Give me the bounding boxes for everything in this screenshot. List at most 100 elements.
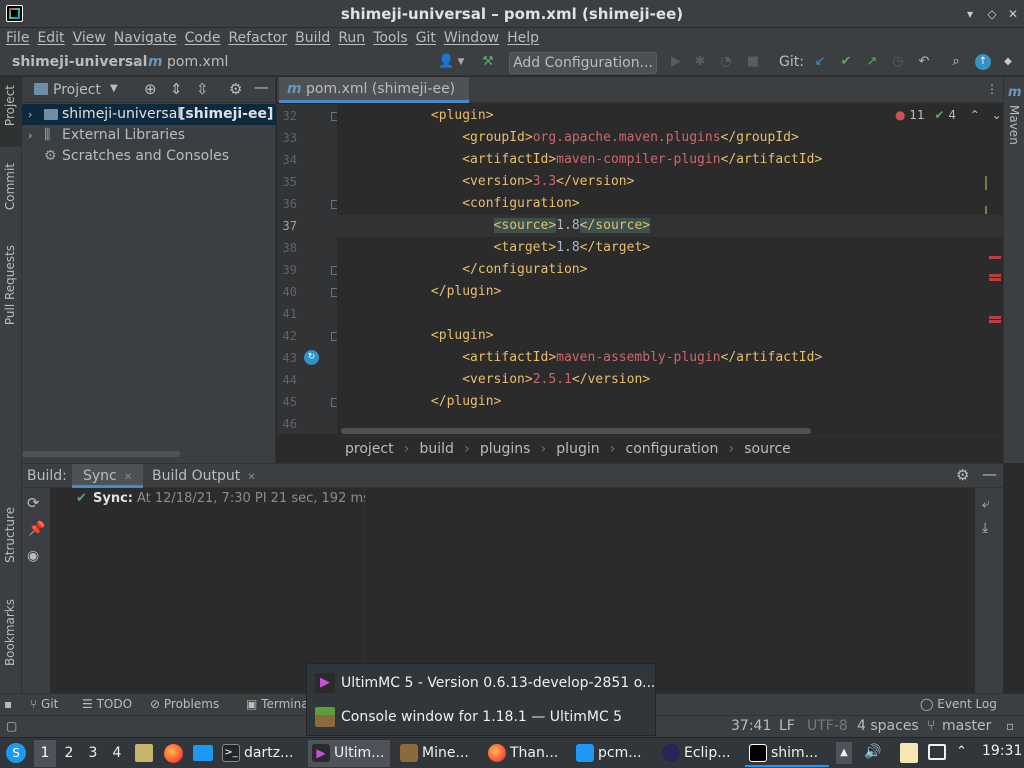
code-editor[interactable]: ● 11 ✔ 4 ⌃ ⌄ <plugin> <groupId>org.apach… xyxy=(337,104,1003,434)
task-ultimmc[interactable]: ▶ Ultim... xyxy=(308,740,390,767)
expand-all-icon[interactable]: ⇕ xyxy=(170,80,183,98)
code-line[interactable]: <version>2.5.1</version> xyxy=(337,369,1003,391)
nav-file-name[interactable]: pom.xml xyxy=(167,54,228,70)
menu-build[interactable]: Build xyxy=(289,28,330,46)
tool-pull-requests[interactable]: Pull Requests xyxy=(3,245,17,325)
tool-event-log[interactable]: ◯ Event Log xyxy=(920,697,997,711)
display-icon[interactable] xyxy=(928,744,946,760)
stop-icon[interactable]: ■ xyxy=(745,54,761,70)
git-commit-icon[interactable]: ✔ xyxy=(838,54,854,70)
history-icon[interactable]: ◷ xyxy=(890,54,906,70)
tree-item-root[interactable]: › shimeji-universal [shimeji-ee] xyxy=(22,104,276,125)
layout-icon[interactable]: ▪ xyxy=(4,697,12,711)
task-scroll-up-icon[interactable]: ▲ xyxy=(836,742,852,764)
horizontal-scrollbar[interactable] xyxy=(22,451,180,457)
soft-wrap-icon[interactable]: ⤶ xyxy=(982,496,990,512)
code-line[interactable]: <version>3.3</version> xyxy=(337,171,1003,193)
crumb-build[interactable]: build xyxy=(419,441,453,457)
menu-file[interactable]: File xyxy=(0,28,29,46)
tab-build-output[interactable]: Build Output ✕ xyxy=(152,464,256,488)
debug-icon[interactable]: ✱ xyxy=(692,54,708,70)
profile-icon[interactable]: ◔ xyxy=(718,54,734,70)
task-file-manager[interactable]: pcm... xyxy=(576,740,654,767)
eye-icon[interactable]: ◉ xyxy=(27,548,39,564)
menu-help[interactable]: Help xyxy=(501,28,539,46)
menu-view[interactable]: View xyxy=(67,28,106,46)
tool-commit[interactable]: Commit xyxy=(3,163,17,210)
crumb-source[interactable]: source xyxy=(744,441,791,457)
desktop-3[interactable]: 3 xyxy=(84,740,102,767)
sync-refresh-icon[interactable]: ⟳ xyxy=(27,494,40,512)
task-intellij[interactable]: shim... xyxy=(745,740,829,767)
code-line[interactable]: <artifactId>maven-assembly-plugin</artif… xyxy=(337,347,1003,369)
chevron-right-icon[interactable]: › xyxy=(28,125,32,146)
maximize-icon[interactable]: ◇ xyxy=(984,6,1000,22)
toggle-tool-windows-icon[interactable]: ▢ xyxy=(6,719,17,733)
menu-refactor[interactable]: Refactor xyxy=(222,28,287,46)
code-line[interactable]: <configuration> xyxy=(337,193,1003,215)
code-line[interactable]: </configuration> xyxy=(337,259,1003,281)
code-line[interactable]: <artifactId>maven-compiler-plugin</artif… xyxy=(337,149,1003,171)
volume-icon[interactable]: 🔊 xyxy=(864,744,881,760)
nav-project-name[interactable]: shimeji-universal xyxy=(12,54,147,70)
caret-position[interactable]: 37:41 xyxy=(731,718,771,734)
menu-code[interactable]: Code xyxy=(179,28,221,46)
popup-item-ultimmc[interactable]: ▶ UltimMC 5 - Version 0.6.13-develop-2851… xyxy=(315,670,655,696)
chevron-down-icon[interactable]: ▼ xyxy=(110,83,118,94)
close-tab-icon[interactable]: ✕ xyxy=(247,472,255,483)
close-icon[interactable]: ✕ xyxy=(1005,6,1021,22)
tool-project[interactable]: Project xyxy=(3,85,17,126)
menu-run[interactable]: Run xyxy=(332,28,365,46)
code-line[interactable]: </plugin> xyxy=(337,391,1003,413)
code-line[interactable]: <source>1.8</source> xyxy=(337,215,1003,237)
code-line[interactable]: <target>1.8</target> xyxy=(337,237,1003,259)
gear-icon[interactable]: ⚙ xyxy=(229,80,242,98)
scroll-to-end-icon[interactable]: ⤓ xyxy=(982,520,988,536)
popup-item-console[interactable]: Console window for 1.18.1 — UltimMC 5 xyxy=(315,704,655,730)
file-encoding[interactable]: UTF-8 xyxy=(807,718,848,734)
task-firefox[interactable]: Than... xyxy=(488,740,568,767)
git-push-icon[interactable]: ↗ xyxy=(864,54,880,70)
task-dartz[interactable]: >_ dartz... xyxy=(222,740,302,767)
tab-sync[interactable]: Sync ✕ xyxy=(72,464,144,488)
menu-window[interactable]: Window xyxy=(438,28,499,46)
tray-expand-icon[interactable]: ⌃ xyxy=(956,744,967,759)
code-line[interactable] xyxy=(337,413,1003,434)
desktop-launcher-icon[interactable] xyxy=(193,745,213,761)
tree-item-scratches[interactable]: ⚙ Scratches and Consoles xyxy=(22,146,276,167)
code-line[interactable]: <groupId>org.apache.maven.plugins</group… xyxy=(337,127,1003,149)
tab-pom-xml[interactable]: m pom.xml (shimeji-ee) ✕ xyxy=(279,77,469,120)
task-minecraft[interactable]: Mine... xyxy=(400,740,480,767)
line-separator[interactable]: LF xyxy=(779,718,795,734)
crumb-plugin[interactable]: plugin xyxy=(556,441,599,457)
code-line[interactable]: </plugin> xyxy=(337,281,1003,303)
code-line[interactable]: <plugin> xyxy=(337,105,1003,127)
tool-git[interactable]: ⑂ Git xyxy=(30,697,58,711)
menu-tools[interactable]: Tools xyxy=(367,28,408,46)
chevron-right-icon[interactable]: › xyxy=(28,104,32,125)
pin-icon[interactable]: 📌 xyxy=(28,521,45,537)
locate-icon[interactable]: ⊕ xyxy=(144,80,157,98)
code-line[interactable] xyxy=(337,303,1003,325)
indent-setting[interactable]: 4 spaces xyxy=(857,718,919,734)
crumb-plugins[interactable]: plugins xyxy=(480,441,531,457)
git-branch[interactable]: master xyxy=(942,718,991,734)
hide-icon[interactable]: — xyxy=(982,465,997,483)
crumb-project[interactable]: project xyxy=(345,441,394,457)
project-view-label[interactable]: Project xyxy=(53,82,101,98)
collapse-all-icon[interactable]: ⇳ xyxy=(196,80,209,98)
tool-todo[interactable]: ☰ TODO xyxy=(82,697,132,711)
user-icon[interactable]: 👤 xyxy=(438,54,454,70)
crumb-configuration[interactable]: configuration xyxy=(626,441,719,457)
memory-indicator-icon[interactable]: ▫ xyxy=(1006,719,1014,733)
maven-gutter-icon[interactable]: ↻ xyxy=(304,350,319,365)
code-line[interactable]: <plugin> xyxy=(337,325,1003,347)
tool-maven[interactable]: Maven xyxy=(1007,105,1021,145)
tool-structure[interactable]: Structure xyxy=(3,507,17,563)
desktop-2[interactable]: 2 xyxy=(60,740,78,767)
menu-git[interactable]: Git xyxy=(410,28,436,46)
chevron-down-icon[interactable]: ▼ xyxy=(453,54,469,70)
task-eclipse[interactable]: Eclip... xyxy=(662,740,742,767)
jetbrains-logo-icon[interactable]: ◆ xyxy=(1000,54,1016,70)
sync-row[interactable]: ✔ Sync: At 12/18/21, 7:30 PI 21 sec, 192… xyxy=(50,488,365,510)
